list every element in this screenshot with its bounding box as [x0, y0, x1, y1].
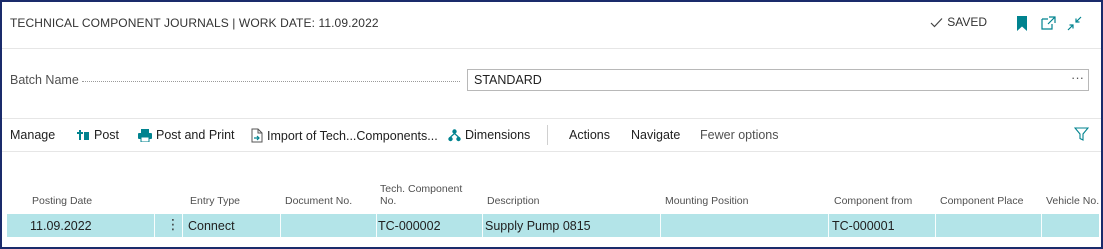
page-header: TECHNICAL COMPONENT JOURNALS | WORK DATE…: [2, 2, 1101, 48]
row-actions-button[interactable]: ⋮: [166, 216, 180, 232]
column-header-component-from[interactable]: Component from: [834, 195, 912, 207]
batch-name-input[interactable]: STANDARD ···: [467, 69, 1089, 91]
actions-menu[interactable]: Actions: [569, 128, 610, 142]
cell-divider: [154, 214, 155, 237]
column-header-document-no[interactable]: Document No.: [285, 195, 352, 207]
dimensions-icon: [448, 128, 461, 141]
document-import-icon: [251, 128, 263, 143]
cell-divider: [1041, 214, 1042, 237]
cell-divider: [182, 214, 183, 237]
import-tech-components-label: Import of Tech...Components...: [267, 128, 438, 143]
bookmark-icon: [1017, 15, 1027, 31]
column-header-component-place[interactable]: Component Place: [940, 195, 1023, 207]
action-bar-separator: [547, 125, 548, 145]
batch-name-label: Batch Name: [10, 73, 79, 87]
post-and-print-label: Post and Print: [156, 128, 235, 142]
page-title: TECHNICAL COMPONENT JOURNALS | WORK DATE…: [10, 16, 379, 30]
bookmark-button[interactable]: [1013, 14, 1031, 32]
column-header-tech-component-no-line2: No.: [380, 195, 397, 207]
cell-posting-date[interactable]: 11.09.2022: [30, 219, 92, 233]
cell-divider: [376, 214, 377, 237]
cell-divider: [828, 214, 829, 237]
column-header-entry-type[interactable]: Entry Type: [190, 195, 240, 207]
actions-label: Actions: [569, 128, 610, 142]
batch-name-value: STANDARD: [474, 73, 542, 87]
batch-name-field: Batch Name STANDARD ···: [2, 60, 1101, 100]
column-header-posting-date[interactable]: Posting Date: [32, 195, 92, 207]
manage-menu[interactable]: Manage: [10, 128, 55, 142]
column-header-description[interactable]: Description: [487, 195, 540, 207]
post-button[interactable]: Post: [76, 128, 119, 142]
cell-entry-type[interactable]: Connect: [188, 219, 235, 233]
cell-divider: [935, 214, 936, 237]
cell-component-from[interactable]: TC-000001: [832, 219, 895, 233]
action-bar-bottom-divider: [2, 151, 1101, 152]
cell-divider: [280, 214, 281, 237]
saved-status: SAVED: [930, 15, 987, 29]
post-icon: [77, 130, 89, 140]
collapse-icon: [1067, 16, 1081, 30]
manage-label: Manage: [10, 128, 56, 142]
column-header-mounting-position[interactable]: Mounting Position: [665, 195, 748, 207]
fewer-options-label: Fewer options: [700, 128, 779, 142]
filter-button[interactable]: [1073, 127, 1090, 144]
import-tech-components-button[interactable]: Import of Tech...Components...: [251, 128, 438, 143]
cell-divider: [660, 214, 661, 237]
print-icon: [138, 128, 152, 142]
action-bar: Manage Post Post and Print Import of Tec…: [2, 119, 1101, 151]
vertical-ellipsis-icon: ⋮: [166, 216, 180, 232]
dimensions-button[interactable]: Dimensions: [448, 128, 530, 142]
journal-page: TECHNICAL COMPONENT JOURNALS | WORK DATE…: [0, 0, 1103, 249]
post-and-print-button[interactable]: Post and Print: [138, 128, 235, 142]
column-header-tech-component-no-line1: Tech. Component: [380, 183, 463, 195]
fewer-options-button[interactable]: Fewer options: [700, 128, 779, 142]
open-new-window-button[interactable]: [1039, 14, 1057, 32]
dimensions-label: Dimensions: [465, 128, 531, 142]
open-new-window-icon: [1040, 16, 1056, 30]
saved-label: SAVED: [947, 15, 987, 29]
checkmark-icon: [930, 17, 943, 27]
navigate-label: Navigate: [631, 128, 681, 142]
column-header-tech-component-no[interactable]: Tech. Component No.: [380, 183, 462, 207]
header-divider: [2, 48, 1101, 49]
field-leader-dots: [82, 81, 460, 82]
collapse-button[interactable]: [1065, 14, 1083, 32]
column-header-vehicle-no[interactable]: Vehicle No.: [1046, 195, 1099, 207]
cell-tech-component-no[interactable]: TC-000002: [378, 219, 441, 233]
post-label: Post: [94, 128, 120, 142]
batch-lookup-button[interactable]: ···: [1071, 70, 1084, 85]
filter-icon: [1073, 127, 1090, 141]
cell-description[interactable]: Supply Pump 0815: [485, 219, 591, 233]
cell-divider: [482, 214, 483, 237]
navigate-menu[interactable]: Navigate: [631, 128, 680, 142]
